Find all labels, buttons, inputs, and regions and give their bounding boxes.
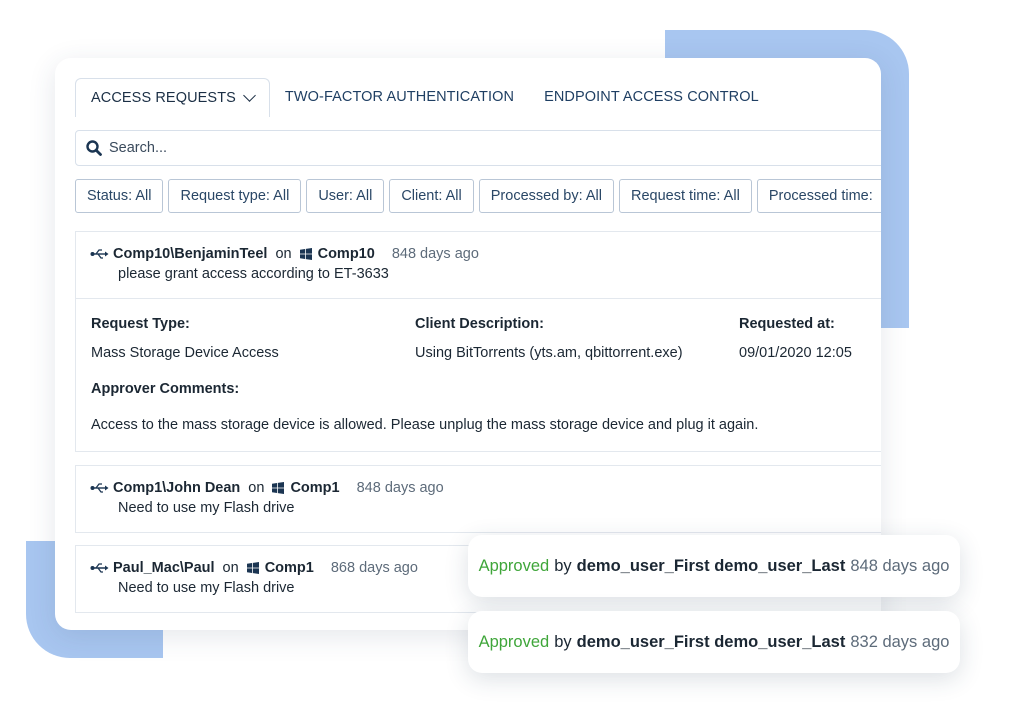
request-time-ago: 848 days ago bbox=[391, 246, 479, 262]
filter-bar: Status: All Request type: All User: All … bbox=[75, 179, 881, 213]
request-time-ago: 848 days ago bbox=[356, 480, 444, 496]
chevron-down-icon bbox=[243, 88, 256, 102]
approval-status: Approved bbox=[478, 556, 550, 575]
request-user: Paul_Mac\Paul bbox=[113, 560, 215, 576]
filter-user[interactable]: User: All bbox=[306, 179, 385, 213]
search-input[interactable] bbox=[107, 139, 811, 157]
approval-time-ago: 848 days ago bbox=[850, 556, 950, 575]
request-item[interactable]: Comp1\John Dean on Comp1 848 days ago Ne… bbox=[75, 465, 881, 533]
filter-processed-by[interactable]: Processed by: All bbox=[478, 179, 614, 213]
filter-status[interactable]: Status: All bbox=[75, 179, 164, 213]
on-text: on bbox=[222, 560, 239, 576]
search-icon bbox=[86, 140, 102, 156]
windows-icon bbox=[299, 248, 312, 260]
tab-bar: ACCESS REQUESTS TWO-FACTOR AUTHENTICATIO… bbox=[75, 77, 774, 117]
tab-two-factor-authentication[interactable]: TWO-FACTOR AUTHENTICATION bbox=[270, 78, 529, 116]
request-computer: Comp10 bbox=[317, 246, 375, 262]
request-header: Comp1\John Dean on Comp1 848 days ago Ne… bbox=[76, 466, 881, 532]
request-comment: please grant access according to ET-3633 bbox=[118, 266, 389, 282]
approval-toast: Approved by demo_user_First demo_user_La… bbox=[468, 535, 960, 597]
client-description-label: Client Description: bbox=[415, 316, 544, 332]
request-user: Comp10\BenjaminTeel bbox=[113, 246, 268, 262]
request-computer: Comp1 bbox=[264, 560, 314, 576]
tab-access-requests[interactable]: ACCESS REQUESTS bbox=[75, 77, 270, 117]
request-type-value: Mass Storage Device Access bbox=[91, 345, 279, 361]
requested-at-label: Requested at: bbox=[739, 316, 835, 332]
request-type-label: Request Type: bbox=[91, 316, 190, 332]
approval-by-text: by bbox=[554, 556, 572, 575]
request-user: Comp1\John Dean bbox=[113, 480, 241, 496]
tab-label: ACCESS REQUESTS bbox=[91, 89, 236, 106]
request-time-ago: 868 days ago bbox=[330, 560, 418, 576]
request-header: Comp10\BenjaminTeel on Comp10 848 days a… bbox=[76, 232, 881, 298]
filter-request-type[interactable]: Request type: All bbox=[168, 179, 302, 213]
approver-name: demo_user_First demo_user_Last bbox=[576, 632, 846, 651]
requested-at-value: 09/01/2020 12:05 bbox=[739, 345, 852, 361]
request-comment: Need to use my Flash drive bbox=[118, 500, 295, 516]
filter-client[interactable]: Client: All bbox=[389, 179, 474, 213]
usb-icon bbox=[90, 563, 109, 573]
client-description-value: Using BitTorrents (yts.am, qbittorrent.e… bbox=[415, 345, 683, 361]
approval-by-text: by bbox=[554, 632, 572, 651]
windows-icon bbox=[272, 482, 285, 494]
usb-icon bbox=[90, 483, 109, 493]
on-text: on bbox=[248, 480, 265, 496]
approval-toast: Approved by demo_user_First demo_user_La… bbox=[468, 611, 960, 673]
usb-icon bbox=[90, 249, 109, 259]
approver-comments-value: Access to the mass storage device is all… bbox=[91, 417, 759, 433]
on-text: on bbox=[275, 246, 292, 262]
approver-name: demo_user_First demo_user_Last bbox=[576, 556, 846, 575]
approver-comments-label: Approver Comments: bbox=[91, 381, 240, 397]
request-computer: Comp1 bbox=[290, 480, 340, 496]
windows-icon bbox=[246, 562, 259, 574]
approval-status: Approved bbox=[478, 632, 550, 651]
approval-time-ago: 832 days ago bbox=[850, 632, 950, 651]
tab-label: TWO-FACTOR AUTHENTICATION bbox=[284, 89, 515, 105]
filter-processed-time[interactable]: Processed time: bbox=[756, 179, 881, 213]
filter-request-time[interactable]: Request time: All bbox=[619, 179, 752, 213]
request-details: Request Type: Mass Storage Device Access… bbox=[76, 298, 881, 451]
search-bar bbox=[75, 130, 881, 166]
tab-endpoint-access-control[interactable]: ENDPOINT ACCESS CONTROL bbox=[529, 78, 774, 116]
request-item[interactable]: Comp10\BenjaminTeel on Comp10 848 days a… bbox=[75, 231, 881, 452]
tab-label: ENDPOINT ACCESS CONTROL bbox=[544, 89, 759, 105]
